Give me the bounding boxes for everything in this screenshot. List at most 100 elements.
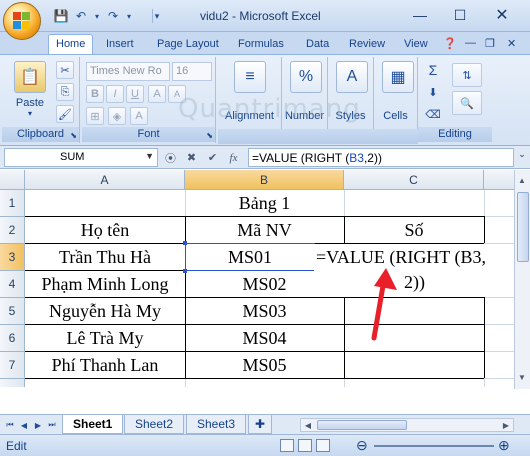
worksheet-grid[interactable]: A B C 1 2 3 4 5 6 7 Bảng 1 Họ tên Mã NV … — [0, 170, 514, 387]
cell-b3[interactable]: MS01 — [185, 247, 315, 268]
name-box[interactable]: SUM ▼ — [4, 148, 158, 167]
scroll-left-icon[interactable]: ◀ — [301, 418, 315, 432]
underline-icon[interactable]: U — [126, 85, 144, 103]
page-break-view-icon[interactable] — [316, 439, 330, 452]
page-layout-view-icon[interactable] — [298, 439, 312, 452]
reference-handle[interactable] — [183, 241, 187, 245]
row-header-7[interactable]: 7 — [0, 352, 25, 379]
minimize-button[interactable]: — — [400, 2, 440, 28]
cell-a6[interactable]: Lê Trà My — [25, 328, 185, 349]
tab-page-layout[interactable]: Page Layout — [157, 35, 219, 54]
help-icon[interactable]: ❓ — [443, 37, 457, 50]
zoom-slider[interactable] — [374, 445, 494, 447]
sheet-tab-sheet2[interactable]: Sheet2 — [124, 415, 185, 434]
font-size-combo[interactable]: 16 — [172, 62, 212, 81]
normal-view-icon[interactable] — [280, 439, 294, 452]
cell-b5[interactable]: MS03 — [185, 301, 344, 322]
cell-a5[interactable]: Nguyễn Hà My — [25, 301, 185, 322]
reference-handle[interactable] — [183, 269, 187, 273]
find-select-icon[interactable]: 🔍 — [452, 91, 482, 115]
select-all-corner[interactable] — [0, 170, 25, 190]
vertical-scroll-thumb[interactable] — [517, 192, 529, 262]
sheet-tab-sheet1[interactable]: Sheet1 — [62, 415, 124, 434]
enter-entry-icon[interactable]: ✔ — [204, 149, 221, 166]
first-sheet-icon[interactable]: ⏮ — [4, 418, 16, 432]
clipboard-launcher-icon[interactable]: ⬊ — [70, 131, 77, 140]
formula-input[interactable]: =VALUE (RIGHT (B3,2)) — [248, 148, 514, 167]
customize-quick-access-icon[interactable]: ▾ — [148, 7, 166, 25]
ribbon-minimize-icon[interactable]: — — [465, 37, 476, 49]
cell-b2[interactable]: Mã NV — [185, 220, 344, 241]
borders-icon[interactable]: ⊞ — [86, 107, 104, 125]
cut-icon[interactable]: ✂ — [56, 61, 74, 79]
cell-a4[interactable]: Phạm Minh Long — [25, 274, 185, 295]
name-box-dropdown-icon[interactable]: ▼ — [145, 151, 154, 161]
font-color-icon[interactable]: A — [130, 107, 148, 125]
row-header-1[interactable]: 1 — [0, 190, 25, 217]
paste-button[interactable]: 📋 Paste ▾ — [6, 61, 54, 123]
sheet-tab-sheet3[interactable]: Sheet3 — [186, 415, 247, 434]
row-header-3[interactable]: 3 — [0, 244, 25, 271]
tab-insert[interactable]: Insert — [106, 35, 134, 54]
horizontal-scrollbar[interactable]: ◀ ▶ — [300, 418, 514, 432]
paste-dropdown-icon[interactable]: ▾ — [6, 109, 54, 118]
column-header-d[interactable] — [484, 170, 514, 190]
insert-sheet-icon[interactable]: ✚ — [248, 415, 273, 434]
vertical-scrollbar[interactable]: ▲ ▼ — [514, 170, 530, 389]
cell-b1[interactable]: Bảng 1 — [185, 193, 344, 214]
horizontal-scroll-thumb[interactable] — [317, 420, 407, 430]
tab-view[interactable]: View — [404, 35, 428, 54]
fill-color-icon[interactable]: ◈ — [108, 107, 126, 125]
row-header-5[interactable]: 5 — [0, 298, 25, 325]
ribbon-close-icon[interactable]: ✕ — [507, 37, 516, 50]
clear-icon[interactable]: ⌫ — [424, 105, 442, 123]
cell-a7[interactable]: Phí Thanh Lan — [25, 355, 185, 376]
zoom-out-icon[interactable]: ⊖ — [356, 437, 368, 454]
cancel-entry-icon[interactable]: ✖ — [183, 149, 200, 166]
save-icon[interactable]: 💾 — [52, 7, 70, 25]
font-launcher-icon[interactable]: ⬊ — [206, 131, 213, 140]
tab-formulas[interactable]: Formulas — [238, 35, 284, 54]
sort-filter-icon[interactable]: ⇅ — [452, 63, 482, 87]
scroll-down-icon[interactable]: ▼ — [515, 370, 529, 384]
row-header-8[interactable] — [0, 379, 25, 387]
tab-home[interactable]: Home — [48, 34, 94, 55]
font-name-combo[interactable]: Times New Ro — [86, 62, 170, 81]
tab-review[interactable]: Review — [349, 35, 385, 54]
cell-b6[interactable]: MS04 — [185, 328, 344, 349]
cell-c2[interactable]: Số — [344, 220, 484, 241]
grow-font-icon[interactable]: A — [148, 85, 166, 103]
column-header-c[interactable]: C — [344, 170, 484, 190]
function-options-icon[interactable]: ⦿ — [162, 149, 179, 166]
cell-b7[interactable]: MS05 — [185, 355, 344, 376]
editing-group-label: Editing — [418, 127, 492, 142]
autosum-icon[interactable]: Σ — [424, 61, 442, 79]
column-header-b[interactable]: B — [185, 170, 344, 190]
scroll-up-icon[interactable]: ▲ — [515, 173, 529, 187]
redo-dropdown-icon[interactable]: ▾ — [120, 7, 138, 25]
prev-sheet-icon[interactable]: ◀ — [18, 418, 30, 432]
italic-icon[interactable]: I — [106, 85, 124, 103]
next-sheet-icon[interactable]: ▶ — [32, 418, 44, 432]
cell-a2[interactable]: Họ tên — [25, 220, 185, 241]
zoom-in-icon[interactable]: ⊕ — [498, 437, 510, 454]
last-sheet-icon[interactable]: ⏭ — [46, 418, 58, 432]
tab-data[interactable]: Data — [306, 35, 329, 54]
row-header-4[interactable]: 4 — [0, 271, 25, 298]
scroll-right-icon[interactable]: ▶ — [499, 418, 513, 432]
format-painter-icon[interactable]: 🖌 — [56, 105, 74, 123]
fill-icon[interactable]: ⬇ — [424, 83, 442, 101]
expand-formula-bar-icon[interactable]: ⌄ — [516, 149, 528, 166]
close-button[interactable]: ✕ — [482, 2, 522, 28]
cell-edit-box[interactable]: =VALUE (RIGHT (B3, 2)) — [314, 244, 514, 297]
copy-icon[interactable]: ⎘ — [56, 83, 74, 101]
column-header-a[interactable]: A — [25, 170, 185, 190]
ribbon-restore-icon[interactable]: ❐ — [485, 37, 495, 50]
row-header-2[interactable]: 2 — [0, 217, 25, 244]
cell-a3[interactable]: Trần Thu Hà — [25, 247, 185, 268]
insert-function-icon[interactable]: fx — [225, 149, 242, 166]
office-button[interactable] — [3, 2, 41, 40]
maximize-button[interactable]: ☐ — [440, 2, 480, 28]
bold-icon[interactable]: B — [86, 85, 104, 103]
row-header-6[interactable]: 6 — [0, 325, 25, 352]
